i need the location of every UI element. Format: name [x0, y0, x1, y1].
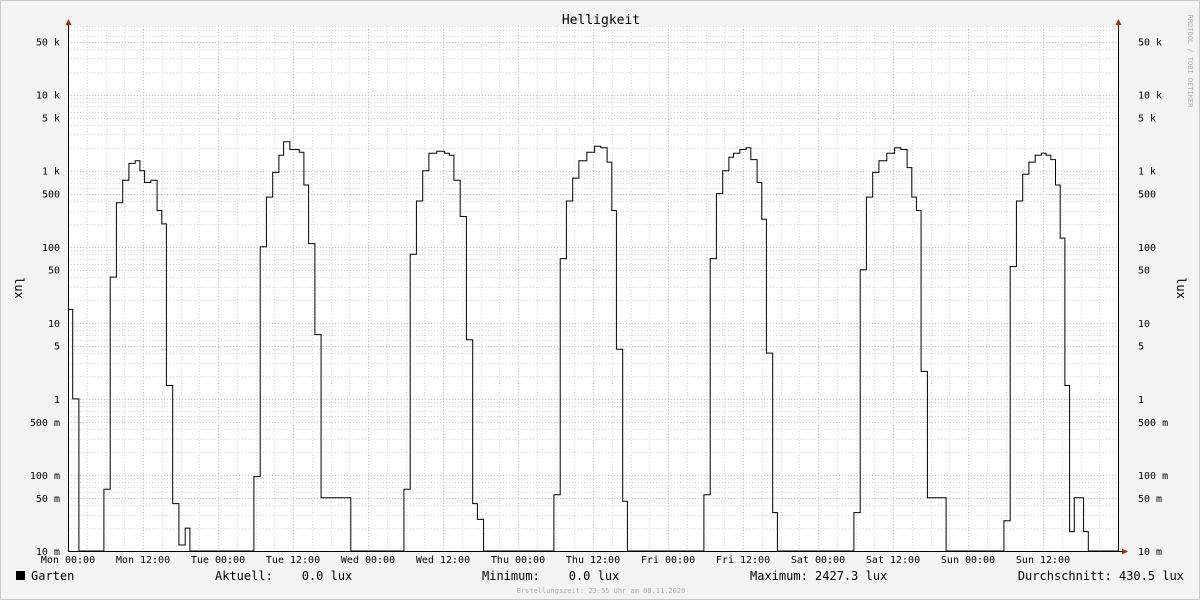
y-axis-arrow-right	[1115, 19, 1122, 25]
y-tick-label-right: 1	[1138, 395, 1144, 406]
y-tick-label-left: 10 k	[36, 91, 60, 102]
chart-frame: 50 k 10 k 5 k 1 k 500 100 50 10 5 1 500 m 100 m 50 m…	[0, 0, 1200, 600]
x-tick-label: Wed 00:00	[341, 555, 395, 566]
y-tick-label-right: 10 m	[1138, 547, 1162, 558]
x-tick-label: Tue 00:00	[191, 555, 245, 566]
y-tick-labels-left: 50 k 10 k 5 k 1 k 500 100 50 10 5 1 500 m 100 m 50 m…	[30, 38, 60, 558]
y-axis-arrow-left	[65, 19, 72, 25]
y-tick-label-right: 1 k	[1138, 167, 1156, 178]
legend-current: Aktuell: 0.0 lux	[215, 569, 352, 583]
y-tick-label-left: 50 k	[36, 38, 60, 49]
y-tick-label-right: 500	[1138, 190, 1156, 201]
legend-series-name: Garten	[31, 569, 74, 583]
x-axis-arrow	[1122, 548, 1128, 555]
y-tick-label-left: 1 k	[42, 167, 60, 178]
generation-time: Erstellungszeit: 23:55 Uhr am 08.11.2020	[517, 587, 686, 595]
x-tick-label: Mon 00:00	[41, 555, 95, 566]
x-tick-label: Sun 00:00	[941, 555, 995, 566]
y-tick-label-right: 5	[1138, 342, 1144, 353]
y-tick-label-right: 50	[1138, 266, 1150, 277]
x-tick-label: Mon 12:00	[116, 555, 170, 566]
y-tick-label-right: 50 k	[1138, 38, 1162, 49]
y-tick-label-left: 50	[48, 266, 60, 277]
x-tick-label: Sun 12:00	[1016, 555, 1070, 566]
y-tick-label-left: 500 m	[30, 418, 60, 429]
y-axis-label-left: lux	[12, 277, 26, 299]
legend-swatch	[16, 571, 25, 580]
y-tick-label-right: 100 m	[1138, 471, 1168, 482]
x-tick-label: Sat 00:00	[791, 555, 845, 566]
y-tick-label-right: 5 k	[1138, 114, 1156, 125]
rrdtool-watermark: RRDTOOL / TOBI OETIKER	[1186, 15, 1194, 109]
y-tick-label-left: 10	[48, 319, 60, 330]
brightness-chart: 50 k 10 k 5 k 1 k 500 100 50 10 5 1 500 m 100 m 50 m…	[12, 13, 1194, 595]
y-tick-label-left: 100	[42, 243, 60, 254]
y-tick-label-right: 10	[1138, 319, 1150, 330]
y-axis-label-right: lux	[1174, 277, 1188, 299]
y-tick-label-right: 10 k	[1138, 91, 1162, 102]
x-tick-label: Fri 00:00	[641, 555, 695, 566]
y-tick-label-left: 50 m	[36, 494, 60, 505]
x-tick-label: Thu 12:00	[566, 555, 620, 566]
x-tick-label: Tue 12:00	[266, 555, 320, 566]
y-tick-label-right: 500 m	[1138, 418, 1168, 429]
y-tick-label-left: 5	[54, 342, 60, 353]
x-tick-label: Fri 12:00	[716, 555, 770, 566]
x-tick-label: Thu 00:00	[491, 555, 545, 566]
chart-title: Helligkeit	[562, 13, 640, 28]
x-tick-label: Wed 12:00	[416, 555, 470, 566]
legend-maximum: Maximum: 2427.3 lux	[750, 569, 887, 583]
x-tick-label: Sat 12:00	[866, 555, 920, 566]
y-tick-label-left: 100 m	[30, 471, 60, 482]
y-tick-label-left: 500	[42, 190, 60, 201]
legend-minimum: Minimum: 0.0 lux	[482, 569, 619, 583]
y-tick-labels-right: 50 k 10 k 5 k 1 k 500 100 50 10 5 1 500 m 100 m 50 m…	[1138, 38, 1168, 558]
y-tick-label-right: 100	[1138, 243, 1156, 254]
y-tick-label-right: 50 m	[1138, 494, 1162, 505]
y-tick-label-left: 1	[54, 395, 60, 406]
x-tick-labels: Mon 00:00 Mon 12:00 Tue 00:00 Tue 12:00 Wed …	[41, 555, 1070, 566]
y-tick-label-left: 5 k	[42, 114, 60, 125]
legend-average: Durchschnitt: 430.5 lux	[1018, 569, 1184, 583]
